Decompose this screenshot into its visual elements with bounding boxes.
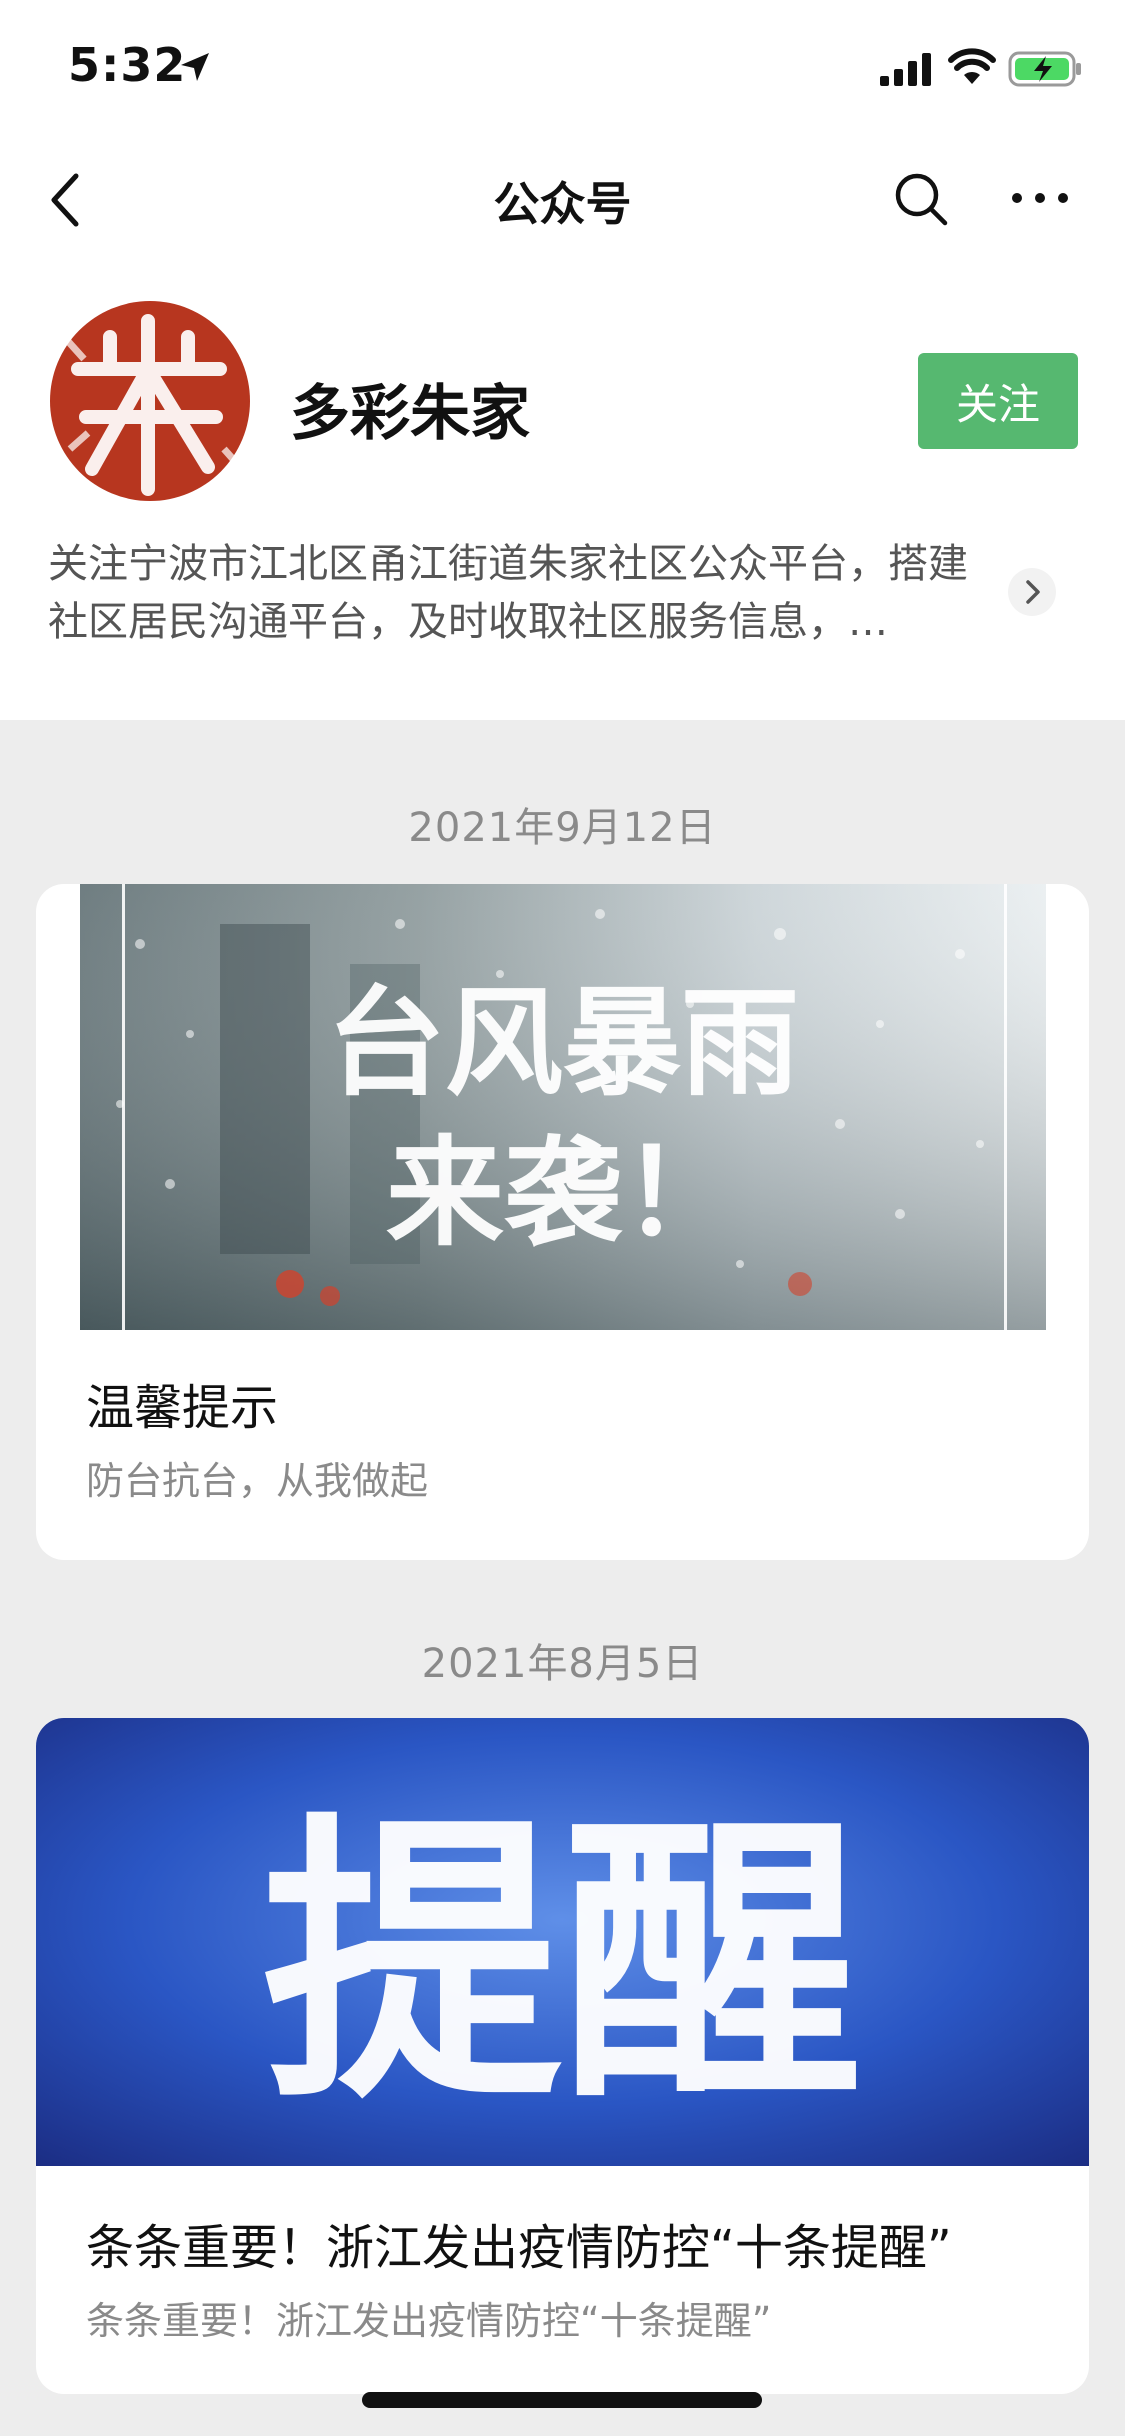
wifi-icon [948,48,996,84]
article-date: 2021年9月12日 [408,805,717,851]
battery-charging-icon [1008,51,1081,87]
cover-text-line1: 台风暴雨 [327,974,799,1112]
account-description[interactable]: 关注宁波市江北区甬江街道朱家社区公众平台，搭建社区居民沟通平台，及时收取社区服务… [48,535,998,651]
search-icon[interactable] [892,170,950,228]
article-date: 2021年8月5日 [421,1641,704,1687]
home-indicator[interactable] [362,2392,762,2408]
article-title: 温馨提示 [86,1380,279,1436]
avatar[interactable] [48,299,252,503]
more-icon[interactable] [1010,186,1070,210]
follow-button[interactable]: 关注 [918,353,1078,449]
signal-icon [880,53,931,86]
status-bar: 5:32 [0,0,1125,140]
cover-text: 提醒 [262,1790,862,2139]
page-title: 公众号 [493,177,632,231]
location-arrow-icon [181,53,209,81]
cover-text-line2: 来袭！ [386,1124,740,1262]
article-title: 条条重要！浙江发出疫情防控“十条提醒” [86,2220,952,2276]
article-cover-image: 台风暴雨 来袭！ [80,884,1046,1330]
wechat-official-account-page: 5:32 公众号 多彩朱家 关注 关注宁波市江北区甬江街道朱家社区公众平台，搭建… [0,0,1125,2436]
description-expand-button[interactable] [1008,568,1056,616]
article-subtitle: 条条重要！浙江发出疫情防控“十条提醒” [86,2299,772,2343]
article-subtitle: 防台抗台，从我做起 [86,1459,429,1503]
chevron-right-icon [1026,580,1040,604]
article-card[interactable]: 提醒 条条重要！浙江发出疫情防控“十条提醒” 条条重要！浙江发出疫情防控“十条提… [36,1718,1089,2394]
account-name: 多彩朱家 [290,379,530,449]
status-time: 5:32 [68,38,187,92]
article-cover-image: 提醒 [36,1718,1089,2166]
seal-logo-icon [50,301,250,501]
account-header: 多彩朱家 关注 关注宁波市江北区甬江街道朱家社区公众平台，搭建社区居民沟通平台，… [0,255,1125,720]
nav-bar: 公众号 [0,140,1125,255]
article-card[interactable]: 台风暴雨 来袭！ 温馨提示 防台抗台，从我做起 [36,884,1089,1560]
